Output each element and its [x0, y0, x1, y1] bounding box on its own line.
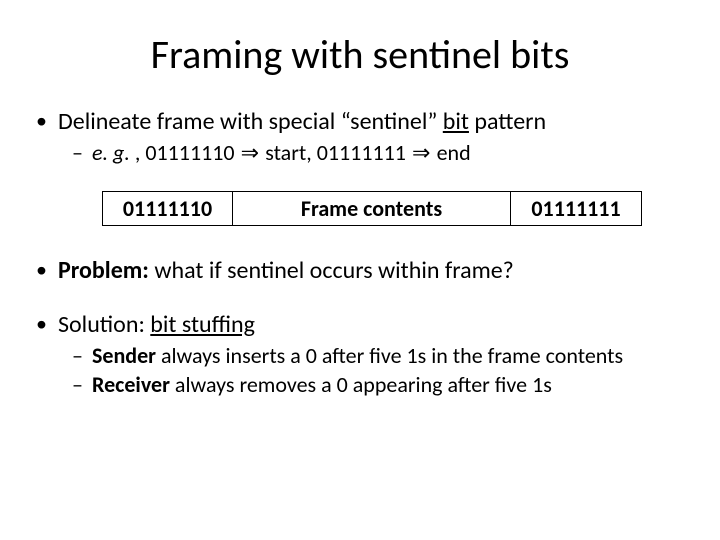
double-arrow-icon: ⇒	[235, 140, 266, 165]
start-label: start,	[265, 139, 317, 166]
slide-title: Framing with sentinel bits	[30, 30, 690, 79]
eg-label: e. g.	[92, 139, 135, 166]
end-label: end	[437, 139, 471, 166]
sub-receiver: Receiver always removes a 0 appearing af…	[58, 371, 690, 399]
sender-text: always inserts a 0 after five 1s in the …	[156, 342, 623, 369]
problem-text: what if sentinel occurs within frame?	[149, 256, 514, 285]
bullet-list: Delineate frame with special “sentinel” …	[30, 107, 690, 167]
sub-list: e. g. , 01111110 ⇒ start, 01111111 ⇒ end	[58, 139, 690, 167]
end-bits: 01111111	[317, 139, 406, 166]
frame-contents-cell: Frame contents	[233, 192, 511, 225]
sub-list-solution: Sender always inserts a 0 after five 1s …	[58, 342, 690, 399]
solution-term-underline: bit stuffing	[150, 310, 255, 339]
frame-end-cell: 01111111	[511, 192, 641, 225]
bullet-problem: Problem: what if sentinel occurs within …	[30, 256, 690, 286]
slide: Framing with sentinel bits Delineate fra…	[0, 0, 720, 540]
problem-label: Problem:	[58, 256, 149, 285]
bullet-list-2: Problem: what if sentinel occurs within …	[30, 256, 690, 399]
receiver-label: Receiver	[92, 371, 170, 398]
bullet-delineate: Delineate frame with special “sentinel” …	[30, 107, 690, 167]
text: Delineate frame with special “sentinel”	[58, 107, 443, 136]
frame-diagram: 01111110 Frame contents 01111111	[102, 191, 642, 226]
solution-pre: Solution:	[58, 310, 150, 339]
spacer	[30, 292, 690, 310]
text-bit-underline: bit	[443, 107, 469, 136]
text: pattern	[469, 107, 546, 136]
bullet-solution: Solution: bit stuffing Sender always ins…	[30, 310, 690, 399]
sub-sender: Sender always inserts a 0 after five 1s …	[58, 342, 690, 370]
text: ,	[135, 139, 145, 166]
start-bits: 01111110	[145, 139, 234, 166]
sub-example: e. g. , 01111110 ⇒ start, 01111111 ⇒ end	[58, 139, 690, 167]
frame-start-cell: 01111110	[103, 192, 233, 225]
double-arrow-icon: ⇒	[406, 140, 437, 165]
receiver-text: always removes a 0 appearing after five …	[170, 371, 552, 398]
sender-label: Sender	[92, 342, 156, 369]
